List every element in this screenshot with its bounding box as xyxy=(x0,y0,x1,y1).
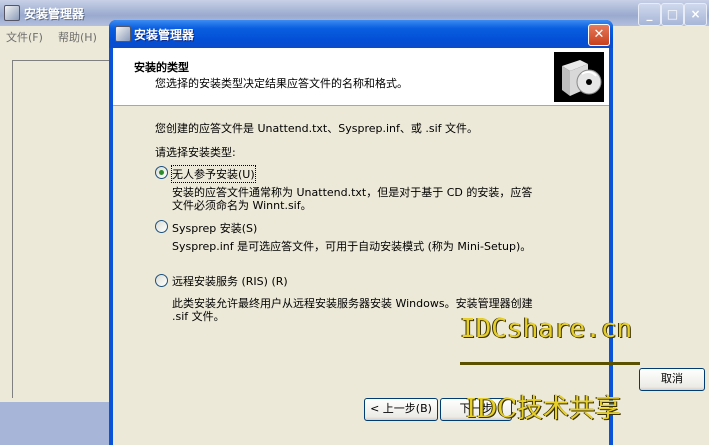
main-window-title: 安装管理器 xyxy=(24,7,85,21)
prompt-text: 请选择安装类型: xyxy=(155,146,236,159)
option-ris-desc-2: .sif 文件。 xyxy=(172,310,225,323)
header-subtitle: 您选择的安装类型决定结果应答文件的名称和格式。 xyxy=(155,77,408,90)
radio-unattended-label[interactable]: 无人参予安装(U) xyxy=(171,165,256,183)
option-sysprep-desc-1: Sysprep.inf 是可选应答文件，可用于自动安装模式 (称为 Mini-S… xyxy=(172,240,532,253)
menu-help[interactable]: 帮助(H) xyxy=(58,29,97,45)
dialog-app-icon xyxy=(115,26,131,42)
back-button[interactable]: < 上一步(B) xyxy=(364,398,438,421)
main-cancel-button[interactable]: 取消 xyxy=(639,368,705,391)
intro-text: 您创建的应答文件是 Unattend.txt、Sysprep.inf、或 .si… xyxy=(155,122,479,135)
dialog-close-button[interactable]: ✕ xyxy=(588,24,610,46)
watermark-domain: IDCshare.cn xyxy=(460,314,633,344)
watermark-underline xyxy=(460,362,640,365)
taskbar-area xyxy=(0,402,112,445)
setup-box-cd-icon xyxy=(554,52,604,102)
maximize-icon[interactable]: □ xyxy=(661,3,684,26)
radio-unattended[interactable] xyxy=(155,166,168,179)
menu-file[interactable]: 文件(F) xyxy=(6,29,43,45)
header-title: 安装的类型 xyxy=(134,61,189,74)
radio-ris-label[interactable]: 远程安装服务 (RIS) (R) xyxy=(172,273,288,289)
radio-sysprep[interactable] xyxy=(155,220,168,233)
dialog-title: 安装管理器 xyxy=(134,28,195,42)
close-icon: ✕ xyxy=(593,27,605,42)
app-icon xyxy=(4,5,20,21)
close-icon[interactable]: × xyxy=(684,3,707,26)
option-unattended-desc-2: 文件必须命名为 Winnt.sif。 xyxy=(172,199,312,212)
option-ris-desc-1: 此类安装允许最终用户从远程安装服务器安装 Windows。安装管理器创建 xyxy=(172,297,533,310)
radio-ris[interactable] xyxy=(155,274,168,287)
watermark-slogan: IDC技术共享 xyxy=(466,394,622,424)
main-content-pane xyxy=(12,60,110,398)
minimize-icon[interactable]: _ xyxy=(638,3,661,26)
radio-sysprep-label[interactable]: Sysprep 安装(S) xyxy=(172,220,257,236)
